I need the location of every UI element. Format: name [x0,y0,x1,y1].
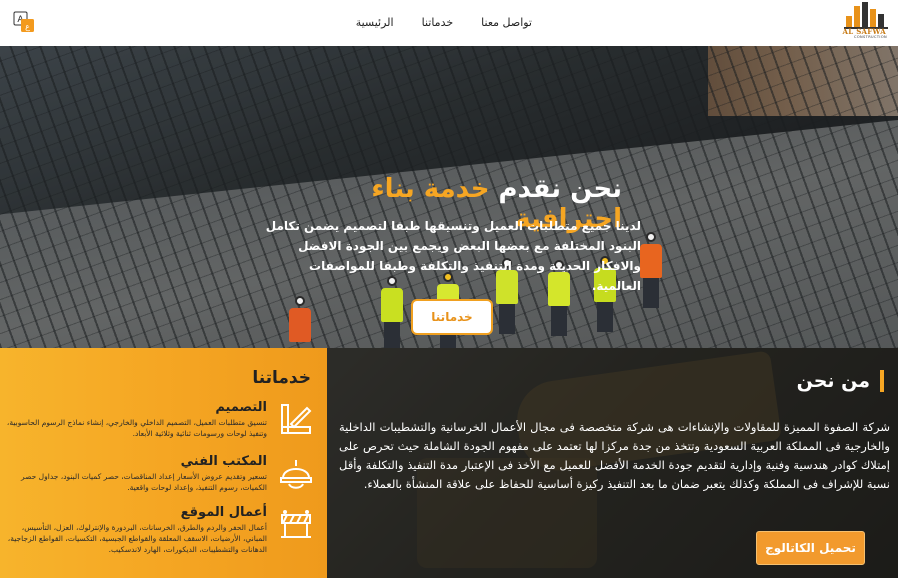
service-title: المكتب الفني [180,454,267,469]
services-panel: خدماتنا التصميم تنسيق متطلبات العميل، ال… [0,348,327,578]
nav-item-contact[interactable]: تواصل معنا [481,16,532,29]
logo-tagline: CONSTRUCTION [854,35,887,39]
logo-mark-icon [844,2,888,29]
nav-item-services[interactable]: خدماتنا [422,16,454,29]
download-catalog-button[interactable]: تحميل الكاتالوج [756,531,865,565]
hero-title-main: نحن نقدم [498,174,623,204]
services-title: خدماتنا [252,368,311,388]
service-description: تنسيق متطلبات العميل، التصميم الداخلي وا… [6,418,267,438]
worker-figure [289,296,311,342]
service-title: التصميم [215,400,267,415]
service-description: تسعير وتقديم عروض الأسعار إعداد المناقصا… [21,472,267,492]
main-menu: الرئيسية خدماتنا تواصل معنا [328,16,532,29]
translate-icon: A ع [13,11,34,32]
about-section: من نحن شركة الصفوة المميزة للمقاولات وال… [327,348,898,578]
hero-services-button[interactable]: خدماتنا [411,299,493,335]
company-logo[interactable]: AL SAFWA CONSTRUCTION [842,0,894,44]
barrier-icon [281,510,311,538]
hero-description: لدينا جميع متطلبات العميل وتنسيقها طبقا … [265,219,641,293]
hero-section: نحن نقدم خدمة بناء احترافية لدينا جميع م… [0,46,898,348]
about-description: شركة الصفوة المميزة للمقاولات والإنشاءات… [339,420,890,491]
svg-text:ع: ع [25,22,30,31]
service-title: أعمال الموقع [180,505,267,520]
service-description: أعمال الحفر والردم والطرق، الخرسانات، ال… [7,523,267,554]
top-navbar: AL SAFWA CONSTRUCTION الرئيسية خدماتنا ت… [0,0,898,46]
engineer-helmet-icon [280,460,312,489]
about-title: من نحن [797,370,884,392]
design-tools-icon [281,404,312,434]
language-toggle-button[interactable]: A ع [13,11,35,33]
worker-figure [640,232,662,308]
nav-item-home[interactable]: الرئيسية [356,16,394,29]
